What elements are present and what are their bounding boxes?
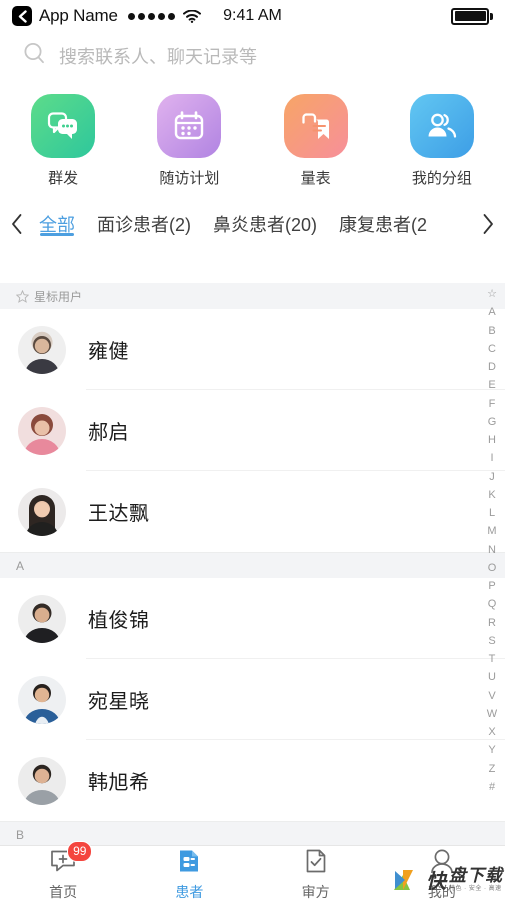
quick-action-label: 群发	[48, 170, 79, 187]
patient-card-icon	[176, 849, 202, 878]
alpha-index-item[interactable]: D	[488, 358, 496, 376]
alpha-index-item[interactable]: A	[488, 303, 495, 321]
contact-group-a: 植俊锦 宛星晓 韩旭希	[0, 578, 505, 821]
tab-kangfu[interactable]: 康复患者(2	[328, 211, 438, 237]
avatar	[18, 594, 66, 643]
tab-quanbu[interactable]: 全部	[28, 211, 86, 237]
tab-biyan[interactable]: 鼻炎患者(20)	[202, 211, 328, 237]
section-title: A	[16, 558, 25, 573]
list-item[interactable]: 雍健	[0, 309, 505, 390]
alpha-index-item[interactable]: P	[488, 577, 495, 595]
search-input[interactable]: 搜索联系人、聊天记录等	[59, 43, 257, 69]
back-chevron-icon[interactable]	[12, 6, 32, 26]
app-name-label: App Name	[39, 6, 118, 25]
list-item[interactable]: 韩旭希	[0, 740, 505, 821]
alpha-index-item[interactable]: B	[488, 322, 495, 340]
alpha-index-item[interactable]: K	[488, 486, 495, 504]
tab-mianzhen[interactable]: 面诊患者(2)	[86, 211, 202, 237]
scale-form-icon	[283, 94, 348, 158]
search-bar[interactable]: 搜索联系人、聊天记录等	[0, 32, 505, 80]
chevron-left-icon[interactable]	[6, 213, 28, 235]
signal-dots-icon	[127, 12, 175, 20]
quick-action-suifangjihua[interactable]: 随访计划	[126, 94, 252, 188]
alpha-index-item[interactable]: T	[489, 650, 496, 668]
list-item[interactable]: 郝启	[0, 390, 505, 471]
list-item[interactable]: 宛星晓	[0, 659, 505, 740]
section-title: 星标用户	[34, 289, 83, 304]
tab-patients[interactable]: 患者	[126, 844, 252, 902]
alpha-index-item[interactable]: S	[488, 632, 495, 650]
quick-action-label: 量表	[300, 170, 331, 187]
contact-name: 植俊锦	[88, 610, 150, 632]
bottom-tab-bar: 99 首页 患者 审方 我的	[0, 841, 505, 902]
tab-label: 我的	[427, 884, 456, 900]
contact-name: 雍健	[88, 341, 129, 363]
alpha-index-item[interactable]: V	[488, 687, 495, 705]
avatar	[18, 487, 66, 536]
calendar-icon	[157, 94, 222, 158]
contact-group-starred: 雍健 郝启 王达飘	[0, 309, 505, 552]
contact-name: 韩旭希	[88, 772, 150, 794]
tab-label: 首页	[49, 884, 78, 900]
tab-profile[interactable]: 我的	[379, 844, 505, 902]
alpha-index-item[interactable]: H	[488, 431, 496, 449]
alpha-index-item[interactable]: X	[488, 723, 495, 741]
contact-name: 郝启	[88, 422, 129, 444]
avatar	[18, 325, 66, 374]
profile-person-icon	[429, 849, 455, 878]
alpha-index-item[interactable]: C	[488, 340, 496, 358]
tab-label: 审方	[301, 884, 330, 900]
user-group-icon	[409, 94, 474, 158]
avatar	[18, 406, 66, 455]
battery-full-icon	[451, 7, 493, 25]
quick-action-label: 我的分组	[411, 170, 472, 187]
star-icon	[16, 289, 29, 303]
section-header-starred: 星标用户	[0, 283, 505, 309]
group-message-icon	[31, 94, 96, 158]
contact-name: 宛星晓	[88, 691, 150, 713]
alpha-index-item[interactable]: Q	[488, 595, 497, 613]
category-tabs: 全部 面诊患者(2) 鼻炎患者(20) 康复患者(2	[0, 200, 505, 248]
wifi-icon	[182, 9, 201, 23]
alpha-index-item[interactable]: W	[487, 705, 497, 723]
status-bar: App Name 9:41 AM	[0, 0, 505, 32]
alpha-index-item[interactable]: ☆	[487, 285, 497, 303]
tab-prescription-review[interactable]: 审方	[253, 844, 379, 902]
list-item[interactable]: 王达飘	[0, 471, 505, 552]
alpha-index-item[interactable]: Z	[489, 760, 496, 778]
section-title: B	[16, 827, 25, 842]
alphabet-index[interactable]: ☆ A B C D E F G H I J K L M N O P Q R S …	[482, 285, 502, 796]
home-badge: 99	[67, 841, 93, 862]
alpha-index-item[interactable]: G	[488, 413, 497, 431]
avatar	[18, 756, 66, 805]
quick-action-liangbiao[interactable]: 量表	[253, 94, 379, 188]
alpha-index-item[interactable]: R	[488, 614, 496, 632]
alpha-index-item[interactable]: J	[489, 468, 495, 486]
contact-name: 王达飘	[88, 503, 150, 525]
prescription-check-icon	[304, 849, 328, 878]
section-header-a: A	[0, 552, 505, 578]
chevron-right-icon[interactable]	[477, 213, 499, 235]
alpha-index-item[interactable]: Y	[488, 741, 495, 759]
alpha-index-item[interactable]: E	[488, 376, 495, 394]
quick-action-label: 随访计划	[159, 170, 220, 187]
alpha-index-item[interactable]: #	[489, 778, 495, 796]
avatar	[18, 675, 66, 724]
quick-action-wodefenzu[interactable]: 我的分组	[379, 94, 505, 188]
search-icon	[22, 41, 47, 71]
tab-label: 患者	[175, 884, 204, 900]
quick-action-qunfa[interactable]: 群发	[0, 94, 126, 188]
quick-actions: 群发 随访计划 量表 我的分组	[0, 80, 505, 200]
list-item[interactable]: 植俊锦	[0, 578, 505, 659]
alpha-index-item[interactable]: L	[489, 504, 495, 522]
alpha-index-item[interactable]: U	[488, 668, 496, 686]
alpha-index-item[interactable]: I	[490, 449, 493, 467]
tab-home[interactable]: 99 首页	[0, 841, 126, 902]
alpha-index-item[interactable]: O	[488, 559, 497, 577]
contact-list-scroll[interactable]: 星标用户 雍健 郝启 王达飘 A 植俊锦 宛星晓 韩旭希 B	[0, 283, 505, 845]
alpha-index-item[interactable]: M	[487, 522, 496, 540]
alpha-index-item[interactable]: F	[489, 395, 496, 413]
alpha-index-item[interactable]: N	[488, 541, 496, 559]
